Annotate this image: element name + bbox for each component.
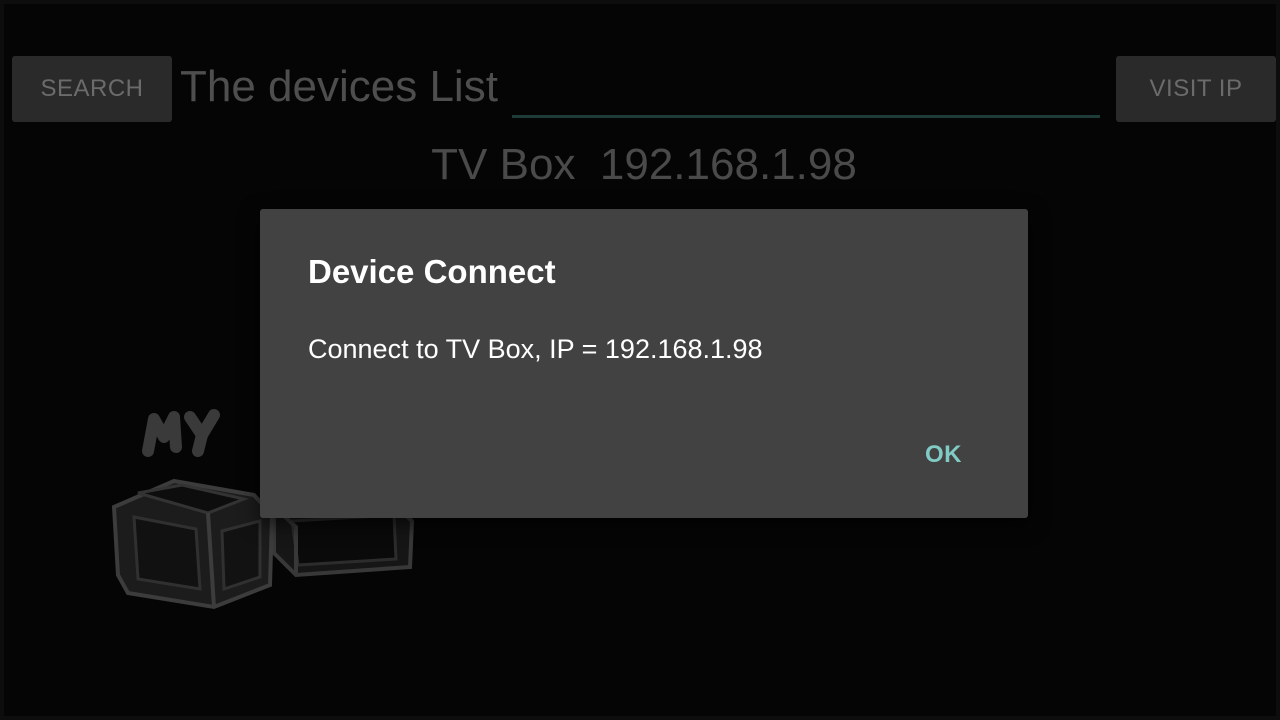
dialog-title: Device Connect <box>308 253 556 290</box>
logo-cube-left <box>111 478 275 610</box>
visit-ip-button[interactable]: VISIT IP <box>1116 56 1276 122</box>
dialog-message: Connect to TV Box, IP = 192.168.1.98 <box>308 334 763 364</box>
logo-lettering <box>142 409 220 457</box>
app-screen: SEARCH The devices List VISIT IP TV Box … <box>0 0 1280 720</box>
ok-button[interactable]: OK <box>911 425 976 485</box>
page-title: The devices List <box>180 62 498 111</box>
ip-address-input[interactable] <box>512 64 1100 118</box>
device-connect-dialog: Device Connect Connect to TV Box, IP = 1… <box>260 209 1028 518</box>
device-list-item[interactable]: TV Box 192.168.1.98 <box>4 140 1276 190</box>
search-button[interactable]: SEARCH <box>12 56 172 122</box>
